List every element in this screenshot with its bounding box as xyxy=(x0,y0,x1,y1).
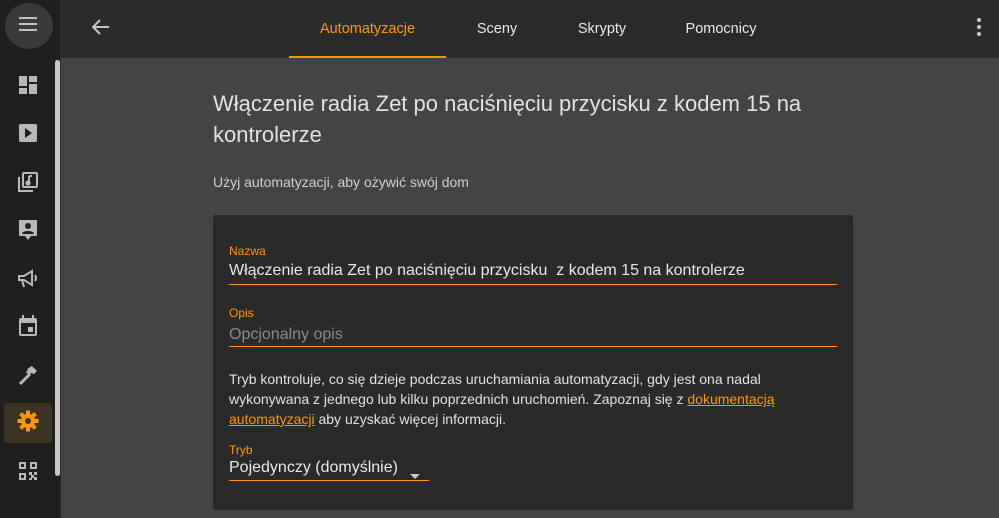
sidebar-item-announcements[interactable] xyxy=(4,261,52,301)
sidebar-item-library[interactable] xyxy=(4,164,52,204)
sidebar-item-media[interactable] xyxy=(4,115,52,155)
overflow-menu-button[interactable] xyxy=(967,13,991,45)
mode-select-underline xyxy=(229,480,429,481)
sidebar-item-scanner[interactable] xyxy=(4,453,52,493)
sidebar-item-calendar[interactable] xyxy=(4,308,52,348)
automation-details-card: Nazwa Opis Tryb kontroluje, co się dziej… xyxy=(213,215,853,510)
media-library-icon xyxy=(17,171,39,198)
tab-scenes[interactable]: Sceny xyxy=(446,0,548,58)
sidebar-scrollbar[interactable] xyxy=(55,60,60,476)
mode-description: Tryb kontroluje, co się dzieje podczas u… xyxy=(229,369,809,429)
top-toolbar: Automatyzacje Sceny Skrypty Pomocnicy xyxy=(61,0,999,58)
sidebar-item-developer-tools[interactable] xyxy=(4,357,52,397)
mode-description-text: Tryb kontroluje, co się dzieje podczas u… xyxy=(229,371,761,407)
mode-description-text-end: aby uzyskać więcej informacji. xyxy=(314,411,506,427)
hammer-icon xyxy=(17,364,39,391)
caret-down-icon[interactable] xyxy=(410,466,420,484)
page-title: Włączenie radia Zet po naciśnięciu przyc… xyxy=(213,91,802,147)
sidebar xyxy=(0,0,61,518)
gear-icon xyxy=(17,410,39,437)
tab-label: Automatyzacje xyxy=(319,21,416,37)
dots-vertical-icon xyxy=(977,17,981,41)
description-field-label: Opis xyxy=(229,306,254,320)
qr-code-icon xyxy=(18,461,38,486)
sidebar-item-settings[interactable] xyxy=(4,403,52,443)
tab-label: Sceny xyxy=(476,21,518,37)
megaphone-icon xyxy=(17,268,39,294)
page-subtitle: Użyj automatyzacji, aby ożywić swój dom xyxy=(213,174,469,190)
tab-label: Pomocnicy xyxy=(685,21,757,37)
tab-helpers[interactable]: Pomocnicy xyxy=(656,0,786,58)
media-player-icon xyxy=(18,123,38,148)
sidebar-item-overview[interactable] xyxy=(4,67,52,107)
mode-select[interactable]: Pojedynczy (domyślnie) xyxy=(229,459,398,477)
user-badge-icon xyxy=(18,219,38,246)
name-field-underline xyxy=(229,284,837,285)
arrow-left-icon xyxy=(91,18,110,40)
back-button[interactable] xyxy=(85,13,117,45)
tab-label: Skrypty xyxy=(577,21,627,37)
tab-scripts[interactable]: Skrypty xyxy=(548,0,656,58)
sidebar-item-people[interactable] xyxy=(4,212,52,252)
dashboard-icon xyxy=(18,75,38,100)
mode-field-label: Tryb xyxy=(229,443,253,457)
hamburger-menu-icon xyxy=(19,16,39,36)
calendar-icon xyxy=(18,314,38,342)
name-field-label: Nazwa xyxy=(229,244,266,258)
tab-automations[interactable]: Automatyzacje xyxy=(289,0,446,58)
description-field-underline xyxy=(229,346,837,347)
menu-button[interactable] xyxy=(5,3,53,49)
description-input[interactable] xyxy=(229,323,836,347)
name-input[interactable] xyxy=(229,259,836,283)
